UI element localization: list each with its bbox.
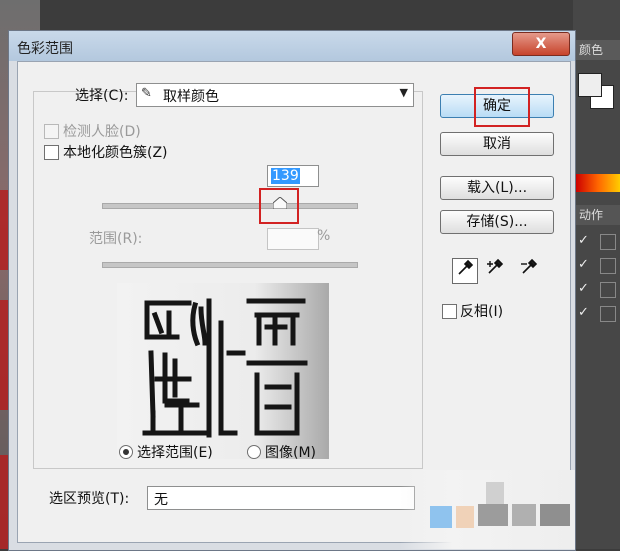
action-dialog-toggle[interactable] xyxy=(600,282,616,298)
selection-preview-value: 无 xyxy=(154,492,168,508)
save-button[interactable]: 存储(S)... xyxy=(440,210,554,234)
watermark-block xyxy=(512,504,536,526)
action-toggle-icon[interactable]: ✓ xyxy=(578,234,592,248)
load-button[interactable]: 载入(L)... xyxy=(440,176,554,200)
watermark-block xyxy=(430,506,452,528)
cancel-button[interactable]: 取消 xyxy=(440,132,554,156)
detect-faces-label: 检测人脸(D) xyxy=(63,124,141,140)
localized-clusters-checkbox[interactable] xyxy=(44,145,59,160)
watermark-block xyxy=(540,504,570,526)
eyedropper-plus-icon[interactable] xyxy=(484,258,508,282)
foreground-color-swatch[interactable] xyxy=(578,73,602,97)
eyedropper-icon: ✎ xyxy=(141,86,152,101)
detect-faces-checkbox[interactable] xyxy=(44,124,59,139)
invert-label: 反相(I) xyxy=(460,304,504,320)
watermark-block xyxy=(486,482,504,504)
title-bar: 色彩范围 X xyxy=(9,31,575,61)
highlight-box-ok xyxy=(474,87,530,127)
highlight-box-slider xyxy=(259,188,299,224)
cancel-button-label: 取消 xyxy=(483,136,511,152)
watermark-block xyxy=(478,504,508,526)
selection-preview-dropdown[interactable]: 无 xyxy=(147,486,415,510)
color-ramp[interactable] xyxy=(576,174,620,192)
blurred-watermark xyxy=(400,470,575,549)
range-label: 范围(R): xyxy=(89,231,143,247)
selection-preview-image[interactable] xyxy=(117,283,329,459)
action-toggle-icon[interactable]: ✓ xyxy=(578,282,592,296)
action-dialog-toggle[interactable] xyxy=(600,234,616,250)
eyedropper-minus-icon[interactable] xyxy=(518,258,542,282)
select-dropdown[interactable]: ✎ 取样颜色 ▼ xyxy=(136,83,414,107)
action-dialog-toggle[interactable] xyxy=(600,306,616,322)
invert-checkbox[interactable] xyxy=(442,304,457,319)
panel-tab-color[interactable]: 颜色 xyxy=(576,40,620,60)
fuzziness-slider-track[interactable] xyxy=(102,203,358,209)
localized-clusters-label: 本地化颜色簇(Z) xyxy=(63,145,168,161)
eyedropper-icon[interactable] xyxy=(452,258,478,284)
save-button-label: 存储(S)... xyxy=(466,214,528,230)
select-label: 选择(C): xyxy=(75,88,129,104)
panel-tab-actions[interactable]: 动作 xyxy=(576,205,620,225)
close-button[interactable]: X xyxy=(512,32,570,56)
action-dialog-toggle[interactable] xyxy=(600,258,616,274)
watermark-block xyxy=(456,506,474,528)
seal-stamp-image xyxy=(142,298,308,438)
dialog-title: 色彩范围 xyxy=(17,41,73,57)
selection-preview-label: 选区预览(T): xyxy=(49,491,130,507)
load-button-label: 载入(L)... xyxy=(466,180,528,196)
dropdown-arrow-icon: ▼ xyxy=(399,86,408,99)
range-unit: % xyxy=(317,228,331,244)
fuzziness-input[interactable]: 139 xyxy=(267,165,319,187)
range-slider-track[interactable] xyxy=(102,262,358,268)
fuzziness-value: 139 xyxy=(271,168,300,184)
view-image-label: 图像(M) xyxy=(265,445,317,461)
select-value: 取样颜色 xyxy=(163,89,219,105)
view-selection-label: 选择范围(E) xyxy=(137,445,213,461)
action-toggle-icon[interactable]: ✓ xyxy=(578,258,592,272)
action-toggle-icon[interactable]: ✓ xyxy=(578,306,592,320)
close-icon: X xyxy=(535,36,547,52)
range-input[interactable] xyxy=(267,228,319,250)
view-selection-radio[interactable] xyxy=(119,445,133,459)
view-image-radio[interactable] xyxy=(247,445,261,459)
